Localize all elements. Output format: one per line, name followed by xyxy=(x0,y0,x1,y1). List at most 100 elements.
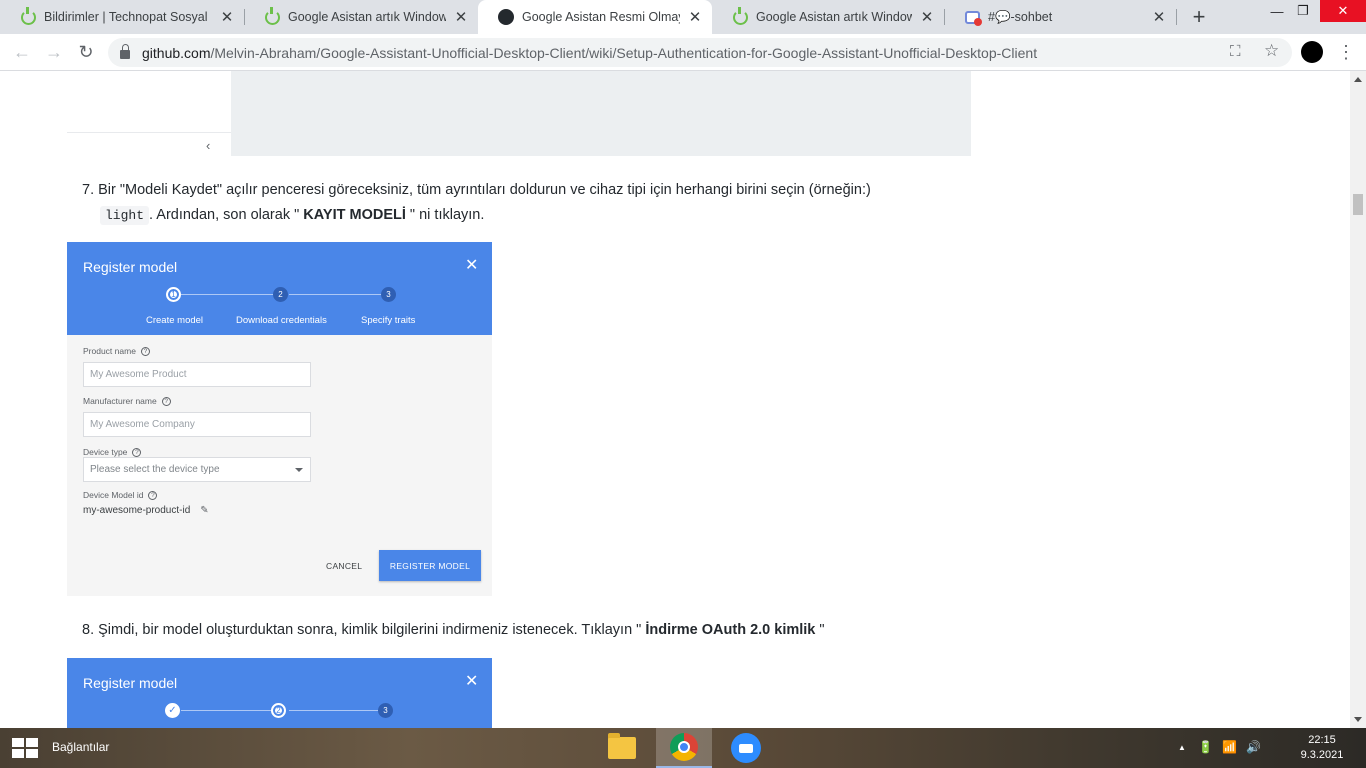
step-8-text: 8. Şimdi, bir model oluşturduktan sonra,… xyxy=(82,618,962,643)
close-window-button[interactable]: ✕ xyxy=(1320,0,1366,22)
device-model-id-value: my-awesome-product-id ✎ xyxy=(83,505,209,516)
step-7-text: 7. Bir "Modeli Kaydet" açılır penceresi … xyxy=(82,178,962,228)
windows-start-icon[interactable] xyxy=(12,738,38,758)
step-1-done-check-icon: ✓ xyxy=(165,703,180,718)
bookmark-star-icon[interactable]: ☆ xyxy=(1264,41,1279,61)
zoom-icon xyxy=(731,733,761,763)
close-icon[interactable]: ✕ xyxy=(452,8,470,26)
reload-button[interactable]: ↻ xyxy=(74,40,98,64)
step-7-end: " ni tıklayın. xyxy=(405,207,485,223)
scroll-down-icon[interactable] xyxy=(1354,717,1362,722)
product-name-input: My Awesome Product xyxy=(83,362,311,387)
help-icon: ? xyxy=(148,490,158,500)
manufacturer-name-input: My Awesome Company xyxy=(83,412,311,437)
stepper-line xyxy=(181,710,281,711)
power-tray-icon[interactable]: 🔋 xyxy=(1198,740,1213,754)
stepper-line xyxy=(289,710,389,711)
step-1-dot: 1 xyxy=(166,287,181,302)
register-model-dialog-image-2: Register model ✕ ✓ 2 3 xyxy=(67,658,492,728)
step-7-bold: KAYIT MODELİ xyxy=(303,207,406,223)
tray-chevron-icon[interactable]: ▲ xyxy=(1178,743,1186,752)
dialog-title: Register model xyxy=(83,259,178,275)
volume-icon[interactable]: 🔊 xyxy=(1246,740,1261,754)
close-icon[interactable]: ✕ xyxy=(1150,8,1168,26)
zoom-taskbar-button[interactable] xyxy=(718,728,774,768)
windows-taskbar: Bağlantılar ▲ 🔋 📶 🔊 22:15 9.3.2021 xyxy=(0,728,1366,768)
label-text: Device Model id xyxy=(83,490,144,500)
help-icon: ? xyxy=(132,447,142,457)
dialog-title: Register model xyxy=(83,675,178,691)
dialog-header: Register model ✕ ✓ 2 3 xyxy=(67,658,492,728)
cancel-button: CANCEL xyxy=(326,561,363,571)
page-scrollbar[interactable] xyxy=(1350,71,1366,728)
file-explorer-button[interactable] xyxy=(594,728,650,768)
restore-button[interactable]: ❐ xyxy=(1282,0,1324,22)
tab-bildirimler[interactable]: Bildirimler | Technopat Sosyal ✕ xyxy=(0,0,244,34)
model-id-text: my-awesome-product-id xyxy=(83,505,191,516)
previous-screenshot-image xyxy=(231,71,971,156)
browser-menu-icon[interactable]: ⋮ xyxy=(1337,39,1355,65)
tab-google-asistan-2[interactable]: Google Asistan artık Windows 1 ✕ xyxy=(712,0,944,34)
step-1-label: Create model xyxy=(146,315,204,326)
dropdown-arrow-icon xyxy=(295,468,303,472)
label-text: Product name xyxy=(83,346,136,356)
code-light: light xyxy=(100,206,150,225)
file-explorer-icon xyxy=(608,733,636,759)
tab-title: Google Asistan artık Windows 1 xyxy=(288,10,446,24)
profile-avatar[interactable] xyxy=(1301,41,1323,63)
back-button[interactable]: ← xyxy=(10,40,34,64)
tab-google-asistan-1[interactable]: Google Asistan artık Windows 1 ✕ xyxy=(244,0,478,34)
close-icon[interactable]: ✕ xyxy=(686,8,704,26)
network-icon[interactable]: 📶 xyxy=(1222,740,1237,754)
url-host: github.com xyxy=(142,44,211,61)
power-icon xyxy=(264,6,280,25)
scroll-up-icon[interactable] xyxy=(1354,77,1362,82)
step-2-dot: 2 xyxy=(271,703,286,718)
help-icon: ? xyxy=(161,396,171,406)
step-2-dot: 2 xyxy=(273,287,288,302)
tab-discord-sohbet[interactable]: #💬-sohbet ✕ xyxy=(944,0,1176,34)
tab-title: Bildirimler | Technopat Sosyal xyxy=(44,10,208,24)
close-icon: ✕ xyxy=(465,257,479,274)
scroll-thumb[interactable] xyxy=(1353,194,1363,215)
clock-date: 9.3.2021 xyxy=(1300,749,1344,761)
github-icon xyxy=(498,9,514,25)
device-type-select: Please select the device type xyxy=(83,457,311,482)
url-path: /Melvin-Abraham/Google-Assistant-Unoffic… xyxy=(210,44,1038,61)
step-8-end: " xyxy=(815,622,825,638)
close-icon[interactable]: ✕ xyxy=(918,8,936,26)
chrome-taskbar-button[interactable] xyxy=(656,728,712,768)
device-model-id-label: Device Model id? xyxy=(83,490,158,500)
help-icon: ? xyxy=(140,346,150,356)
clock-time: 22:15 xyxy=(1308,734,1336,746)
step-7-intro: 7. Bir "Modeli Kaydet" açılır penceresi … xyxy=(82,182,871,198)
power-icon xyxy=(20,6,36,25)
step-8-bold: İndirme OAuth 2.0 kimlik xyxy=(645,622,816,638)
close-icon: ✕ xyxy=(465,673,479,690)
tab-strip: Bildirimler | Technopat Sosyal ✕ Google … xyxy=(0,0,1366,34)
chevron-left-icon[interactable]: ‹ xyxy=(206,138,210,153)
select-text: Please select the device type xyxy=(90,464,220,475)
forward-button[interactable]: → xyxy=(42,40,66,64)
step-2-label: Download credentials xyxy=(236,315,327,326)
taskbar-links-label[interactable]: Bağlantılar xyxy=(52,740,109,754)
browser-toolbar: ← → ↻ github.com/Melvin-Abraham/Google-A… xyxy=(0,34,1366,71)
new-tab-button[interactable]: + xyxy=(1186,4,1212,29)
address-bar[interactable]: github.com/Melvin-Abraham/Google-Assista… xyxy=(108,38,1292,67)
chrome-icon xyxy=(670,733,698,761)
step-3-label: Specify traits xyxy=(361,315,416,326)
system-clock[interactable]: 22:15 9.3.2021 xyxy=(1296,733,1348,763)
divider xyxy=(67,132,231,133)
pencil-icon: ✎ xyxy=(200,505,209,516)
tab-github-active[interactable]: Google Asistan Resmi Olmayan ✕ xyxy=(478,0,712,34)
tab-title: Google Asistan Resmi Olmayan xyxy=(522,10,680,24)
translate-icon[interactable]: ⛶ xyxy=(1230,43,1241,60)
close-icon[interactable]: ✕ xyxy=(218,8,236,26)
page-content: ‹ 7. Bir "Modeli Kaydet" açılır penceres… xyxy=(0,71,1350,728)
lock-icon[interactable] xyxy=(120,44,130,59)
discord-icon xyxy=(964,9,982,26)
device-type-label: Device type? xyxy=(83,447,142,457)
label-text: Device type xyxy=(83,447,128,457)
step-8-intro: 8. Şimdi, bir model oluşturduktan sonra,… xyxy=(82,622,646,638)
label-text: Manufacturer name xyxy=(83,396,157,406)
